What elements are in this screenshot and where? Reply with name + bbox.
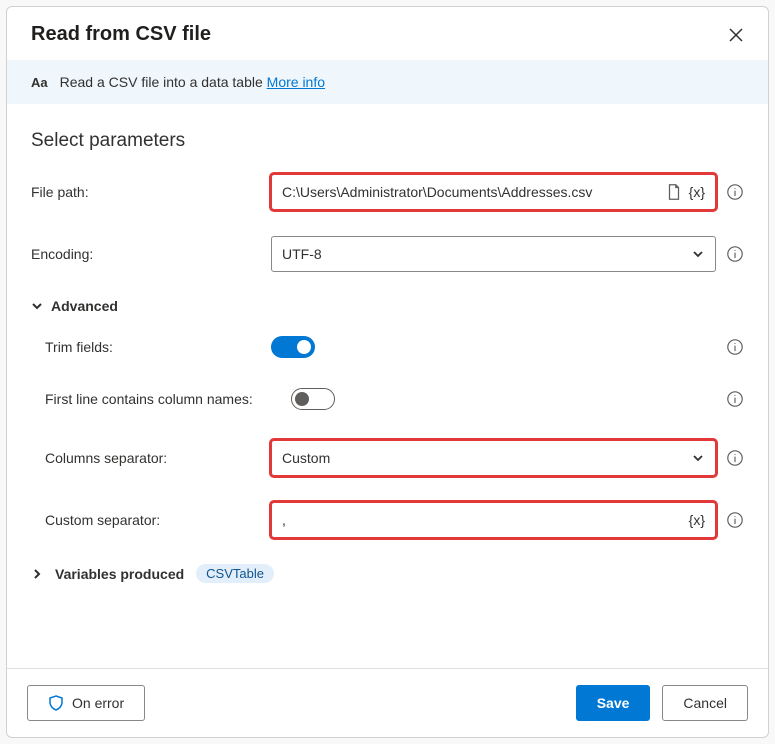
custom-sep-value: , — [282, 512, 683, 528]
advanced-toggle[interactable]: Advanced — [31, 298, 744, 314]
variables-produced-row[interactable]: Variables produced CSVTable — [31, 564, 744, 583]
row-trim-fields: Trim fields: — [31, 336, 744, 358]
row-encoding: Encoding: UTF-8 — [31, 236, 744, 272]
encoding-label: Encoding: — [31, 246, 271, 262]
variable-pill[interactable]: CSVTable — [196, 564, 274, 583]
info-icon[interactable] — [726, 338, 744, 356]
row-columns-separator: Columns separator: Custom — [31, 440, 744, 476]
info-icon[interactable] — [726, 511, 744, 529]
variable-token-icon[interactable]: {x} — [689, 512, 705, 528]
save-button[interactable]: Save — [576, 685, 651, 721]
columns-sep-label: Columns separator: — [31, 450, 271, 466]
section-heading: Select parameters — [31, 130, 744, 152]
save-label: Save — [597, 695, 630, 711]
chevron-down-icon — [31, 300, 43, 312]
variables-produced-label: Variables produced — [55, 566, 184, 582]
dialog-footer: On error Save Cancel — [7, 668, 768, 737]
info-banner: Aa Read a CSV file into a data table Mor… — [7, 60, 768, 104]
columns-sep-value: Custom — [282, 450, 685, 466]
close-icon[interactable] — [728, 27, 744, 43]
dialog-title: Read from CSV file — [31, 23, 211, 46]
custom-sep-label: Custom separator: — [31, 512, 271, 528]
file-path-input[interactable]: C:\Users\Administrator\Documents\Address… — [271, 174, 716, 210]
banner-description: Read a CSV file into a data table — [60, 74, 263, 90]
file-path-label: File path: — [31, 184, 271, 200]
info-icon[interactable] — [726, 183, 744, 201]
cancel-label: Cancel — [683, 695, 727, 711]
chevron-down-icon — [691, 247, 705, 261]
chevron-down-icon — [691, 451, 705, 465]
on-error-label: On error — [72, 695, 124, 711]
file-path-value: C:\Users\Administrator\Documents\Address… — [282, 184, 659, 200]
advanced-label: Advanced — [51, 298, 118, 314]
encoding-dropdown[interactable]: UTF-8 — [271, 236, 716, 272]
info-icon[interactable] — [726, 449, 744, 467]
variable-token-icon[interactable]: {x} — [689, 184, 705, 200]
row-custom-separator: Custom separator: , {x} — [31, 502, 744, 538]
text-style-icon: Aa — [31, 75, 48, 90]
cancel-button[interactable]: Cancel — [662, 685, 748, 721]
on-error-button[interactable]: On error — [27, 685, 145, 721]
parameters-section: Select parameters File path: C:\Users\Ad… — [7, 104, 768, 668]
banner-text: Read a CSV file into a data table More i… — [60, 74, 325, 90]
columns-sep-dropdown[interactable]: Custom — [271, 440, 716, 476]
info-icon[interactable] — [726, 245, 744, 263]
row-file-path: File path: C:\Users\Administrator\Docume… — [31, 174, 744, 210]
first-line-toggle[interactable] — [291, 388, 335, 410]
row-first-line: First line contains column names: — [31, 388, 744, 410]
more-info-link[interactable]: More info — [267, 74, 325, 90]
file-picker-icon[interactable] — [665, 183, 683, 201]
trim-fields-toggle[interactable] — [271, 336, 315, 358]
encoding-value: UTF-8 — [282, 246, 685, 262]
trim-fields-label: Trim fields: — [31, 339, 271, 355]
info-icon[interactable] — [726, 390, 744, 408]
chevron-right-icon — [31, 568, 43, 580]
first-line-label: First line contains column names: — [31, 391, 291, 407]
dialog-read-csv: Read from CSV file Aa Read a CSV file in… — [6, 6, 769, 738]
custom-sep-input[interactable]: , {x} — [271, 502, 716, 538]
dialog-header: Read from CSV file — [7, 7, 768, 60]
shield-icon — [48, 695, 64, 711]
